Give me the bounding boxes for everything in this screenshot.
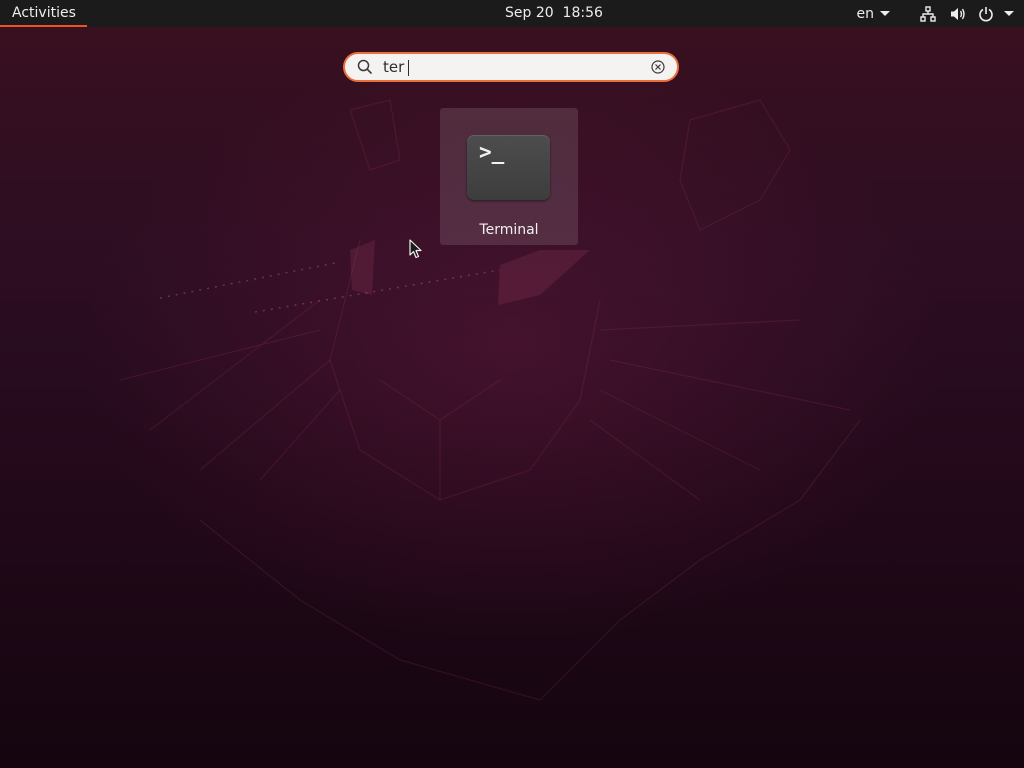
search-icon [357,59,373,75]
search-input[interactable] [383,57,643,77]
activities-button[interactable]: Activities [0,0,88,27]
search-box[interactable] [343,52,679,82]
activities-label: Activities [12,5,76,21]
terminal-prompt-glyph: >_ [479,140,505,164]
chevron-down-icon [1004,11,1014,16]
power-icon [979,6,993,21]
app-label: Terminal [479,222,539,238]
network-icon [920,5,936,22]
volume-icon [951,7,965,20]
terminal-icon: >_ [467,135,550,200]
system-tray: en [856,0,1014,27]
clear-icon[interactable] [651,60,665,74]
activities-indicator [0,25,87,27]
chevron-down-icon [880,11,890,16]
app-result-terminal[interactable]: >_ Terminal [440,108,578,245]
clock[interactable]: Sep 20 18:56 [505,0,603,27]
text-caret [408,60,409,76]
language-label: en [856,5,875,22]
system-menu[interactable] [920,0,1014,27]
top-bar: Activities Sep 20 18:56 en [0,0,1024,27]
language-menu[interactable]: en [856,0,890,27]
mouse-pointer-icon [409,239,422,259]
